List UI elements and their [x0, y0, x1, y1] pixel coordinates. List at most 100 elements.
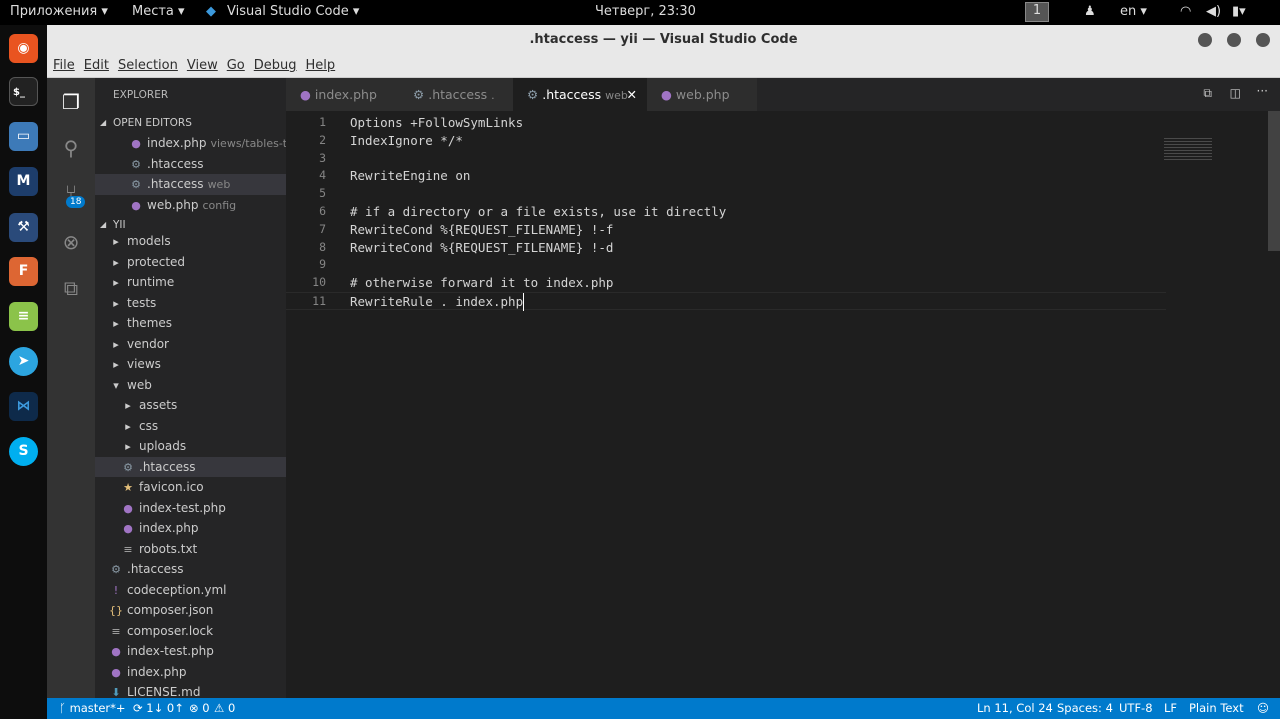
notes-icon[interactable]: ≡: [9, 302, 38, 331]
clock[interactable]: Четверг, 23:30: [595, 4, 696, 19]
tree-folder[interactable]: ▸ assets: [95, 395, 286, 416]
active-app-menu[interactable]: Visual Studio Code ▾: [227, 4, 359, 19]
wifi-icon[interactable]: ◠: [1180, 4, 1191, 19]
close-tab-icon[interactable]: ✕: [627, 78, 637, 111]
git-branch[interactable]: ᚴ master*+: [59, 698, 126, 719]
eol[interactable]: LF: [1164, 698, 1177, 719]
explorer-icon[interactable]: ❐: [59, 90, 83, 114]
tree-file[interactable]: ● index-test.php: [95, 641, 286, 662]
tree-folder[interactable]: ▾ web: [95, 375, 286, 396]
filezilla-icon[interactable]: F: [9, 257, 38, 286]
menu-help[interactable]: Help: [306, 58, 336, 73]
minimap[interactable]: [1164, 138, 1212, 162]
debug-icon[interactable]: ⊗: [59, 230, 83, 254]
encoding[interactable]: UTF-8: [1119, 698, 1153, 719]
tab-htaccess-web[interactable]: ⚙ .htaccess web ✕: [513, 78, 647, 111]
cursor-position[interactable]: Ln 11, Col 24: [977, 698, 1053, 719]
code-line[interactable]: 10 # otherwise forward it to index.php: [286, 274, 1280, 292]
vscode-dock-icon[interactable]: ⋈: [9, 392, 38, 421]
tab-webphp[interactable]: ● web.php: [647, 78, 757, 111]
menu-go[interactable]: Go: [227, 58, 245, 73]
tree-folder[interactable]: ▸ vendor: [95, 334, 286, 355]
tree-file[interactable]: ⬇ LICENSE.md: [95, 682, 286, 698]
open-editors-header[interactable]: ◢ OPEN EDITORS: [95, 113, 286, 133]
folder-open-icon: ▾: [113, 378, 119, 392]
tree-file[interactable]: {} composer.json: [95, 600, 286, 621]
workspace-indicator[interactable]: 1: [1025, 2, 1049, 22]
php-file-icon: ●: [300, 87, 311, 102]
applications-menu[interactable]: Приложения ▾: [10, 4, 108, 19]
split-editor-icon[interactable]: ◫: [1230, 86, 1241, 100]
language-menu[interactable]: en ▾: [1120, 4, 1147, 19]
code-line[interactable]: 2 IndexIgnore */*: [286, 132, 1280, 150]
indentation[interactable]: Spaces: 4: [1057, 698, 1113, 719]
tree-file[interactable]: ≡ robots.txt: [95, 539, 286, 560]
firefox-icon[interactable]: ◉: [9, 34, 38, 63]
minimize-button[interactable]: [1198, 33, 1212, 47]
telegram-icon[interactable]: ➤: [9, 347, 38, 376]
tree-folder[interactable]: ▸ protected: [95, 252, 286, 273]
app-icon[interactable]: ⚒: [9, 213, 38, 242]
tree-file[interactable]: ⚙ .htaccess: [95, 559, 286, 580]
terminal-icon[interactable]: $_: [9, 77, 38, 106]
language-mode[interactable]: Plain Text: [1189, 698, 1244, 719]
open-editor-item[interactable]: ● web.php config: [95, 195, 286, 216]
tree-file[interactable]: ⚙ .htaccess: [95, 456, 286, 477]
problems-warnings[interactable]: ⚠ 0: [214, 698, 235, 719]
tree-file[interactable]: ≡ composer.lock: [95, 621, 286, 642]
files-icon[interactable]: ▭: [9, 122, 38, 151]
code-editor[interactable]: 1 Options +FollowSymLinks 2 IndexIgnore */*…: [286, 111, 1280, 311]
tree-folder[interactable]: ▸ themes: [95, 313, 286, 334]
code-line[interactable]: 1 Options +FollowSymLinks: [286, 114, 1280, 132]
code-line[interactable]: 11 RewriteRule . index.php: [286, 291, 1166, 311]
menu-edit[interactable]: Edit: [84, 58, 109, 73]
people-icon[interactable]: ♟: [1084, 4, 1096, 19]
open-changes-icon[interactable]: ⧉: [1203, 86, 1212, 101]
folder-icon: ▸: [113, 235, 119, 248]
tree-file[interactable]: ● index-test.php: [95, 498, 286, 519]
search-icon[interactable]: ⚲: [59, 136, 83, 160]
tree-folder[interactable]: ▸ uploads: [95, 436, 286, 457]
tree-file[interactable]: ! codeception.yml: [95, 580, 286, 601]
tree-folder[interactable]: ▸ css: [95, 416, 286, 437]
tree-folder[interactable]: ▸ models: [95, 231, 286, 252]
extensions-icon[interactable]: ⧉: [59, 276, 83, 300]
open-editor-item[interactable]: ⚙ .htaccess web: [95, 174, 286, 195]
title-bar[interactable]: .htaccess — yii — Visual Studio Code: [47, 25, 1280, 55]
tab-htaccess-x[interactable]: ⚙ .htaccess.: [399, 78, 513, 111]
open-editor-item[interactable]: ⚙ .htaccess: [95, 154, 286, 175]
code-line[interactable]: 9: [286, 256, 1280, 274]
menu-selection[interactable]: Selection: [118, 58, 178, 73]
malwarebytes-icon[interactable]: M: [9, 167, 38, 196]
tree-folder[interactable]: ▸ runtime: [95, 272, 286, 293]
more-actions-icon[interactable]: ···: [1257, 84, 1268, 98]
open-editor-item[interactable]: ●index.phpviews/tables-tbl: [95, 133, 286, 154]
tree-folder[interactable]: ▸ views: [95, 354, 286, 375]
window-title: .htaccess — yii — Visual Studio Code: [529, 32, 798, 47]
close-window-button[interactable]: [1256, 33, 1270, 47]
code-line[interactable]: 6 # if a directory or a file exists, use …: [286, 203, 1280, 221]
tree-file[interactable]: ★ favicon.ico: [95, 477, 286, 498]
code-line[interactable]: 8 RewriteCond %{REQUEST_FILENAME} !-d: [286, 239, 1280, 257]
tree-file[interactable]: ● index.php: [95, 662, 286, 683]
code-line[interactable]: 7 RewriteCond %{REQUEST_FILENAME} !-f: [286, 221, 1280, 239]
code-line[interactable]: 5: [286, 185, 1280, 203]
tab-indexphp[interactable]: ● index.php: [286, 78, 399, 111]
skype-icon[interactable]: S: [9, 437, 38, 466]
volume-icon[interactable]: ◀): [1206, 4, 1221, 19]
problems-errors[interactable]: ⊗ 0: [189, 698, 210, 719]
menu-view[interactable]: View: [187, 58, 218, 73]
tree-file[interactable]: ● index.php: [95, 518, 286, 539]
scrollbar[interactable]: [1268, 111, 1280, 251]
maximize-button[interactable]: [1227, 33, 1241, 47]
tree-folder[interactable]: ▸ tests: [95, 293, 286, 314]
menu-file[interactable]: File: [53, 58, 75, 73]
code-line[interactable]: 3: [286, 150, 1280, 168]
feedback-icon[interactable]: ☺: [1257, 698, 1269, 719]
places-menu[interactable]: Места ▾: [132, 4, 185, 19]
battery-icon[interactable]: ▮▾: [1232, 4, 1246, 19]
code-line[interactable]: 4 RewriteEngine on: [286, 167, 1280, 185]
menu-debug[interactable]: Debug: [254, 58, 297, 73]
line-number: 9: [319, 257, 326, 272]
git-sync[interactable]: ⟳ 1↓ 0↑: [133, 698, 184, 719]
